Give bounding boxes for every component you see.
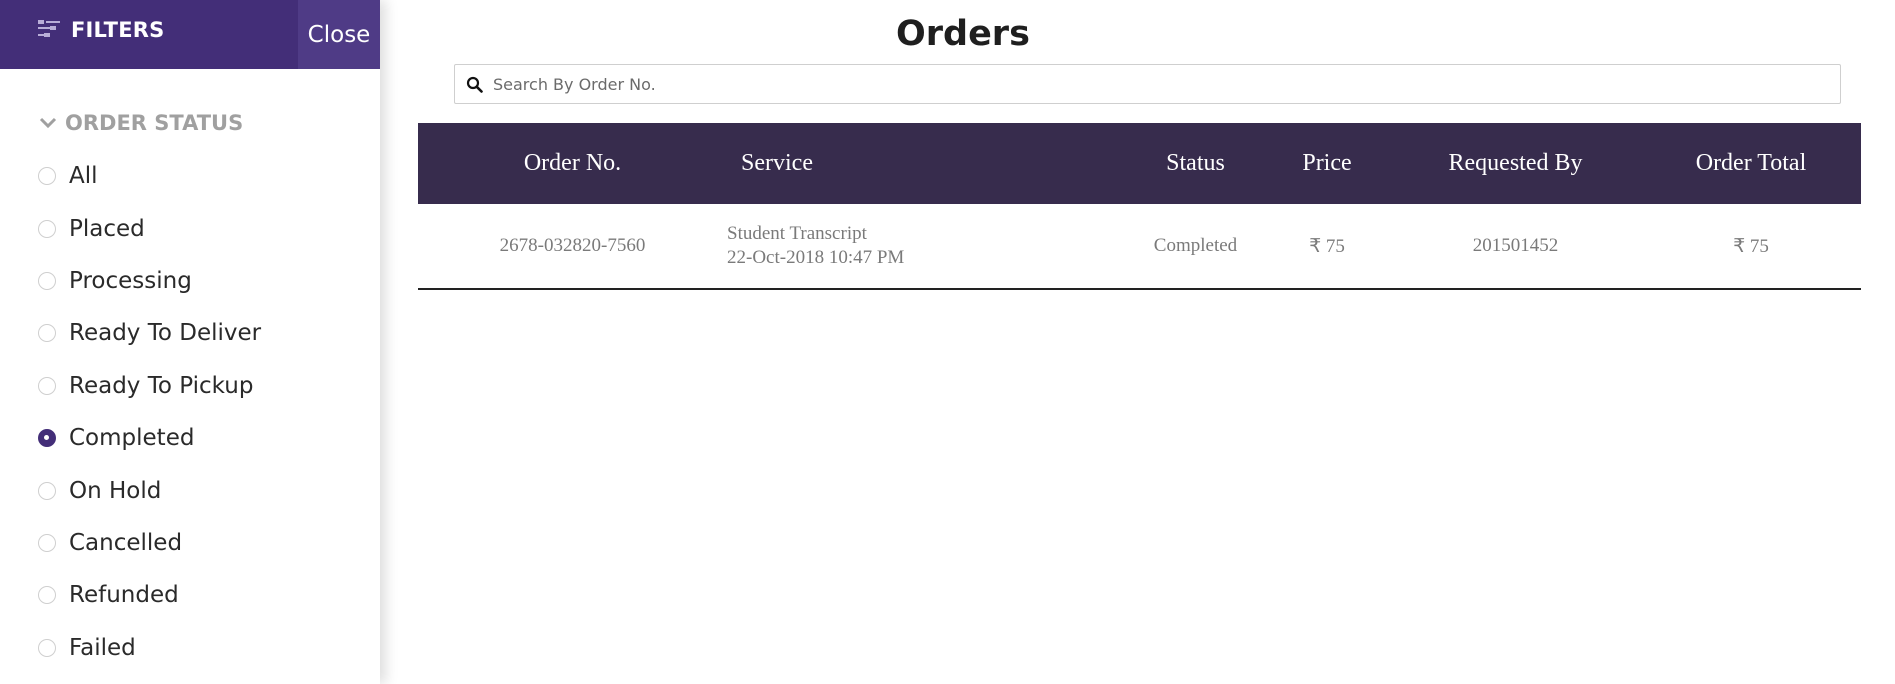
table-header-row: Order No. Service Status Price Requested… <box>418 123 1861 204</box>
status-option-label: All <box>69 163 98 190</box>
status-option-label: Completed <box>69 425 195 452</box>
column-header-service[interactable]: Service <box>727 123 1127 204</box>
status-option-cancelled[interactable]: Cancelled <box>38 517 261 569</box>
status-radio[interactable] <box>38 376 56 395</box>
service-date: 22-Oct-2018 10:47 PM <box>727 247 905 268</box>
table-row[interactable]: 2678-032820-7560 Student Transcript 22-O… <box>418 204 1861 290</box>
sidebar-header: FILTERS Close <box>0 0 380 69</box>
order-status-heading[interactable]: ORDER STATUS <box>38 111 243 135</box>
status-option-label: Placed <box>69 215 145 242</box>
search-box[interactable] <box>454 64 1841 104</box>
status-radio[interactable] <box>38 481 56 500</box>
status-option-label: Failed <box>69 634 136 661</box>
status-option-label: Ready To Deliver <box>69 320 262 347</box>
status-radio[interactable] <box>38 219 56 238</box>
status-option-completed[interactable]: Completed <box>38 412 261 464</box>
status-option-refunded[interactable]: Refunded <box>38 569 261 621</box>
filters-sidebar: FILTERS Close ORDER STATUS All Placed Pr… <box>0 0 380 684</box>
status-option-on-hold[interactable]: On Hold <box>38 464 261 516</box>
status-option-failed[interactable]: Failed <box>38 622 261 674</box>
column-header-order-no[interactable]: Order No. <box>418 123 727 204</box>
price-cell: ₹ 75 <box>1264 204 1390 290</box>
status-option-label: Refunded <box>69 582 179 609</box>
column-header-status[interactable]: Status <box>1127 123 1264 204</box>
service-name: Student Transcript <box>727 223 867 244</box>
column-header-price[interactable]: Price <box>1264 123 1390 204</box>
status-option-label: Ready To Pickup <box>69 372 254 399</box>
filters-icon <box>38 20 60 37</box>
status-radio[interactable] <box>38 167 56 186</box>
status-option-placed[interactable]: Placed <box>38 202 261 254</box>
order-status-heading-label: ORDER STATUS <box>65 111 244 135</box>
status-radio[interactable] <box>38 586 56 605</box>
order-no-cell[interactable]: 2678-032820-7560 <box>418 204 727 290</box>
status-radio[interactable] <box>38 533 56 552</box>
status-radio[interactable] <box>38 271 56 290</box>
order-total-cell: ₹ 75 <box>1641 204 1861 290</box>
status-radio[interactable] <box>38 429 56 448</box>
page-title: Orders <box>896 14 1030 54</box>
orders-table: Order No. Service Status Price Requested… <box>418 123 1861 290</box>
order-status-options: All Placed Processing Ready To Deliver R… <box>38 150 261 674</box>
column-header-order-total[interactable]: Order Total <box>1641 123 1861 204</box>
status-cell: Completed <box>1127 204 1264 290</box>
status-option-label: Processing <box>69 267 192 294</box>
status-option-ready-to-pickup[interactable]: Ready To Pickup <box>38 360 261 412</box>
orders-main: Orders Order No. Service Status Price Re… <box>380 0 1895 684</box>
status-option-all[interactable]: All <box>38 150 261 202</box>
filters-title: FILTERS <box>71 18 165 42</box>
close-button[interactable]: Close <box>298 0 380 69</box>
status-radio[interactable] <box>38 324 56 343</box>
status-option-label: On Hold <box>69 477 162 504</box>
column-header-requested-by[interactable]: Requested By <box>1390 123 1641 204</box>
status-option-ready-to-deliver[interactable]: Ready To Deliver <box>38 307 261 359</box>
status-option-processing[interactable]: Processing <box>38 255 261 307</box>
status-radio[interactable] <box>38 638 56 657</box>
requested-by-cell: 201501452 <box>1390 204 1641 290</box>
service-cell: Student Transcript 22-Oct-2018 10:47 PM <box>727 204 1127 290</box>
chevron-down-icon <box>39 117 57 129</box>
search-icon <box>466 76 483 93</box>
status-option-label: Cancelled <box>69 529 183 556</box>
search-input[interactable] <box>491 68 1840 100</box>
